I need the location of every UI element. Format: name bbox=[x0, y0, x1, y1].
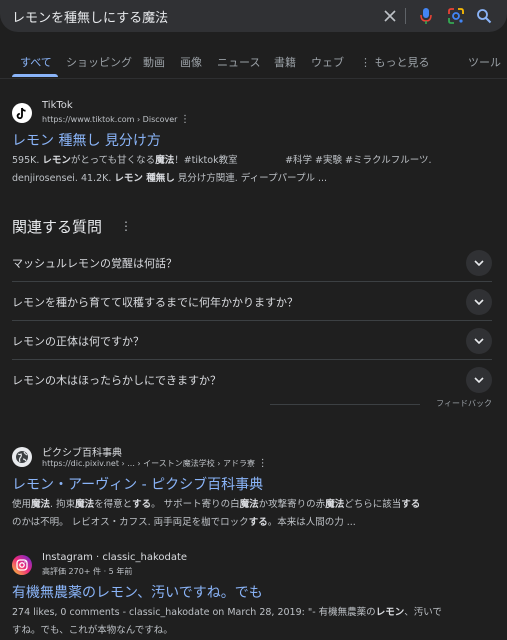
result-snippet: 274 likes, 0 comments - classic_hakodate… bbox=[12, 604, 462, 640]
search-input[interactable]: レモンを種無しにする魔法 bbox=[12, 7, 168, 26]
paa-kebab-icon[interactable]: ⋮ bbox=[120, 219, 132, 233]
result-site-name[interactable]: Instagram · classic_hakodate bbox=[42, 552, 187, 563]
feedback-link[interactable]: フィードバック bbox=[436, 398, 492, 409]
tab-all[interactable]: すべて bbox=[20, 54, 52, 70]
result-kebab-icon[interactable]: ⋮ bbox=[180, 114, 190, 125]
result-url[interactable]: https://dic.pixiv.net › ... › イーストン魔法学校 … bbox=[42, 458, 268, 469]
microphone-icon[interactable] bbox=[416, 6, 436, 26]
result-title[interactable]: レモン・アーヴィン - ピクシブ百科事典 bbox=[12, 474, 263, 494]
search-icon[interactable] bbox=[474, 6, 494, 26]
result-title[interactable]: 有機無農薬のレモン、汚いですね。でも bbox=[12, 582, 263, 602]
tab-news[interactable]: ニュース bbox=[217, 54, 260, 70]
paa-question-text: レモンを種から育てて収穫するまでに何年かかりますか？ bbox=[12, 296, 298, 309]
tiktok-icon bbox=[12, 103, 32, 123]
search-divider bbox=[405, 8, 406, 24]
snippet-line: denjirosensei. 41.2K. レモン 種無し 見分け方関連. ディ… bbox=[12, 173, 328, 184]
tab-more-label: もっと見る bbox=[374, 56, 430, 69]
snippet-line: のかは不明。 レビオス・カフス. 両手両足を枷でロックする。本来は人間の力 ..… bbox=[12, 517, 356, 528]
result-url-text: https://www.tiktok.com › Discover bbox=[42, 115, 178, 124]
search-bar[interactable]: レモンを種無しにする魔法 bbox=[0, 0, 507, 32]
result-url-text: 高評価 270+ 件 · 5 年前 bbox=[42, 567, 133, 576]
tab-images[interactable]: 画像 bbox=[180, 54, 202, 70]
chevron-down-icon[interactable] bbox=[466, 367, 492, 393]
result-url[interactable]: 高評価 270+ 件 · 5 年前 bbox=[42, 566, 132, 577]
search-tabs: すべて ショッピング 動画 画像 ニュース 書籍 ウェブ ⋮ もっと見る ツール bbox=[0, 48, 507, 78]
tab-books[interactable]: 書籍 bbox=[274, 54, 296, 70]
tab-more[interactable]: ⋮ もっと見る bbox=[360, 54, 430, 70]
paa-question[interactable]: マッシュルレモンの覚醒は何話？ bbox=[12, 243, 492, 282]
paa-question[interactable]: レモンを種から育てて収穫するまでに何年かかりますか？ bbox=[12, 282, 492, 321]
google-lens-icon[interactable] bbox=[446, 6, 466, 26]
tab-shopping[interactable]: ショッピング bbox=[66, 54, 132, 70]
tools-button[interactable]: ツール bbox=[468, 54, 501, 70]
result-url-text: https://dic.pixiv.net › ... › イーストン魔法学校 … bbox=[42, 459, 256, 468]
result-title[interactable]: レモン 種無し 見分け方 bbox=[12, 130, 161, 150]
clear-icon[interactable] bbox=[380, 6, 400, 26]
tab-videos[interactable]: 動画 bbox=[143, 54, 165, 70]
more-kebab-icon: ⋮ bbox=[360, 56, 375, 69]
paa-question[interactable]: レモンの木はほったらかしにできますか？ bbox=[12, 360, 492, 399]
chevron-down-icon[interactable] bbox=[466, 328, 492, 354]
feedback-divider bbox=[270, 404, 420, 405]
search-result-tiktok: TikTok https://www.tiktok.com › Discover… bbox=[12, 100, 492, 190]
paa-question-text: レモンの木はほったらかしにできますか？ bbox=[12, 374, 221, 387]
result-site-name[interactable]: ピクシブ百科事典 bbox=[42, 444, 122, 459]
snippet-line: 595K. レモンがとっても甘くなる魔法！#tiktok教室 #科学 #実験 #… bbox=[12, 155, 432, 166]
paa-question-text: マッシュルレモンの覚醒は何話？ bbox=[12, 257, 177, 270]
result-kebab-icon[interactable]: ⋮ bbox=[258, 458, 268, 469]
snippet-line: 274 likes, 0 comments - classic_hakodate… bbox=[12, 607, 442, 618]
instagram-icon bbox=[12, 555, 32, 575]
result-site-name[interactable]: TikTok bbox=[42, 100, 73, 111]
paa-question-text: レモンの正体は何ですか？ bbox=[12, 335, 144, 348]
result-snippet: 595K. レモンがとっても甘くなる魔法！#tiktok教室 #科学 #実験 #… bbox=[12, 152, 462, 188]
globe-icon bbox=[12, 447, 32, 467]
paa-heading: 関連する質問 bbox=[12, 218, 103, 236]
search-result-pixiv: ピクシブ百科事典 https://dic.pixiv.net › ... › イ… bbox=[12, 444, 492, 534]
chevron-down-icon[interactable] bbox=[466, 289, 492, 315]
tabs-divider bbox=[0, 78, 507, 79]
snippet-line: 使用魔法. 拘束魔法を得意とする。 サポート寄りの白魔法か攻撃寄りの赤魔法どちら… bbox=[12, 499, 421, 510]
paa-question[interactable]: レモンの正体は何ですか？ bbox=[12, 321, 492, 360]
active-tab-indicator bbox=[12, 74, 58, 77]
result-url[interactable]: https://www.tiktok.com › Discover ⋮ bbox=[42, 114, 190, 125]
search-result-instagram: Instagram · classic_hakodate 高評価 270+ 件 … bbox=[12, 552, 492, 640]
tab-web[interactable]: ウェブ bbox=[311, 54, 344, 70]
result-snippet: 使用魔法. 拘束魔法を得意とする。 サポート寄りの白魔法か攻撃寄りの赤魔法どちら… bbox=[12, 496, 462, 532]
snippet-line: すね。でも、これが本物なんですね。 bbox=[12, 625, 173, 636]
chevron-down-icon[interactable] bbox=[466, 250, 492, 276]
